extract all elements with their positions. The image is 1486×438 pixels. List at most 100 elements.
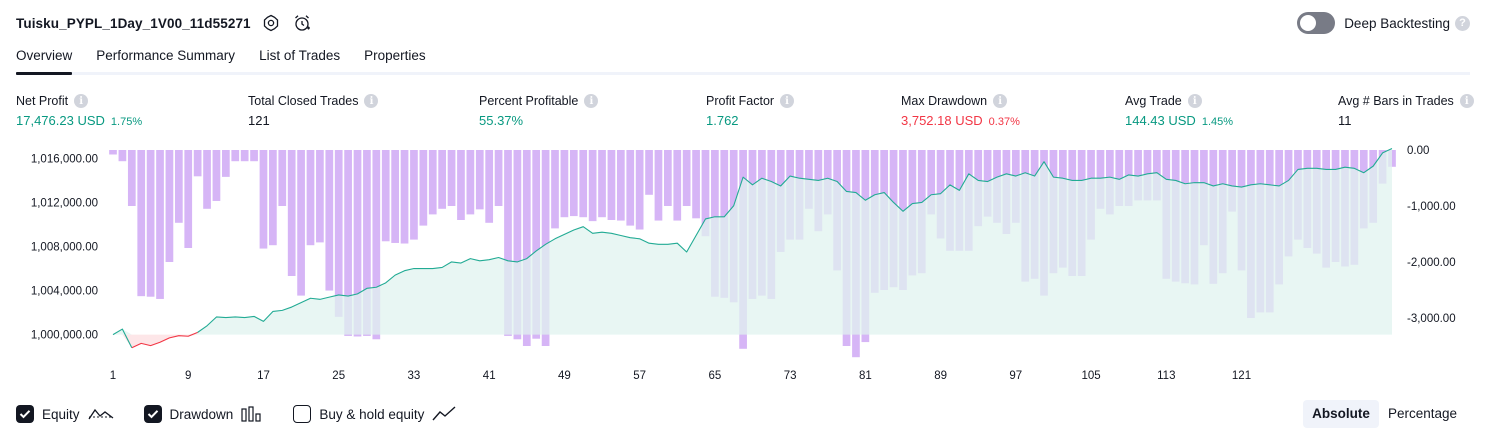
left-axis-tick-label: 1,012,000.00	[31, 198, 98, 210]
drawdown-bar	[184, 150, 193, 248]
info-icon[interactable]: i	[1459, 94, 1474, 108]
drawdown-bar	[250, 150, 258, 162]
drawdown-bar	[127, 150, 136, 206]
absolute-button[interactable]: Absolute	[1303, 400, 1379, 428]
report-tabs: Overview Performance Summary List of Tra…	[16, 42, 1470, 75]
drawdown-bar	[607, 150, 616, 220]
drawdown-bar	[203, 150, 211, 209]
right-axis-tick-label: -2,000.00	[1407, 257, 1456, 269]
left-axis-tick-label: 1,004,000.00	[31, 286, 98, 298]
buy-hold-line-icon	[432, 406, 456, 422]
tab-overview[interactable]: Overview	[16, 42, 73, 75]
drawdown-bar	[325, 150, 334, 291]
info-icon[interactable]: i	[993, 94, 1008, 108]
metric-label: Total Closed Trades	[248, 94, 359, 108]
tab-properties[interactable]: Properties	[364, 42, 426, 72]
drawdown-bar	[438, 150, 447, 209]
percentage-button[interactable]: Percentage	[1379, 400, 1466, 428]
drawdown-bar	[551, 150, 559, 229]
metric-value: 1.762	[706, 113, 739, 128]
metric-label: Percent Profitable	[479, 94, 579, 108]
drawdown-bar	[626, 150, 635, 226]
legend-drawdown[interactable]: Drawdown	[143, 405, 264, 423]
drawdown-bar	[240, 150, 249, 162]
help-icon[interactable]: ?	[1455, 15, 1470, 31]
drawdown-bar	[692, 150, 700, 219]
drawdown-bar	[137, 150, 146, 297]
metric-label: Net Profit	[16, 94, 69, 108]
drawdown-bar	[682, 150, 691, 206]
buy-hold-checkbox[interactable]	[293, 405, 312, 423]
info-icon[interactable]: i	[74, 94, 89, 108]
metric-value: 3,752.18 USD	[901, 113, 983, 128]
metric-value: 144.43 USD	[1125, 113, 1196, 128]
x-axis-tick-label: 105	[1082, 370, 1101, 382]
drawdown-bar	[598, 150, 606, 218]
legend-label: Drawdown	[169, 406, 234, 422]
tab-list-of-trades[interactable]: List of Trades	[259, 42, 340, 72]
tab-performance-summary[interactable]: Performance Summary	[96, 42, 235, 72]
equity-checkbox[interactable]	[16, 405, 34, 423]
metric-value: 55.37%	[479, 113, 524, 128]
drawdown-bar	[635, 150, 644, 230]
metric-percent-profitable: Percent Profitable i 55.37%	[479, 92, 599, 130]
right-drawdown-axis: 0.00 -1,000.00 -2,000.00 -3,000.00	[1407, 145, 1456, 325]
drawdown-bar	[381, 150, 390, 242]
drawdown-bars-icon	[241, 406, 263, 422]
metric-label: Max Drawdown	[901, 94, 988, 108]
info-icon[interactable]: i	[780, 94, 795, 108]
legend-buy-hold-equity[interactable]: Buy & hold equity	[293, 405, 456, 423]
right-axis-tick-label: 0.00	[1407, 145, 1429, 157]
drawdown-bar	[193, 150, 202, 177]
drawdown-checkbox[interactable]	[143, 405, 162, 423]
equity-line-icon	[87, 406, 114, 422]
drawdown-bar	[146, 150, 155, 297]
drawdown-bar	[645, 150, 653, 195]
equity-drawdown-chart[interactable]: 1,016,000.00 1,012,000.00 1,008,000.00 1,00…	[0, 140, 1486, 398]
deep-backtesting-toggle[interactable]	[1297, 12, 1336, 34]
drawdown-bar	[287, 150, 296, 276]
chart-legend: Equity Drawdown Buy & hold equity	[16, 402, 486, 426]
metric-percent: 1.45%	[1201, 116, 1234, 128]
info-icon[interactable]: i	[584, 94, 599, 108]
deep-backtesting-control: Deep Backtesting ?	[1297, 12, 1470, 34]
report-header: Tuisku_PYPL_1Day_1V00_11d55271	[16, 10, 313, 36]
left-axis-tick-label: 1,016,000.00	[31, 153, 98, 165]
metric-net-profit: Net Profit i 17,476.23 USD 1.75%	[16, 92, 142, 130]
x-axis-tick-label: 9	[185, 370, 191, 382]
metric-profit-factor: Profit Factor i 1.762	[706, 92, 795, 130]
right-axis-tick-label: -3,000.00	[1407, 313, 1456, 325]
gear-icon[interactable]	[260, 12, 282, 34]
x-axis-tick-label: 73	[784, 370, 797, 382]
x-axis-tick-label: 57	[633, 370, 646, 382]
drawdown-bar	[410, 150, 418, 240]
drawdown-bar	[569, 150, 578, 217]
metric-label: Profit Factor	[706, 94, 775, 108]
info-icon[interactable]: i	[1187, 94, 1202, 108]
drawdown-bar	[118, 150, 127, 162]
drawdown-bar	[334, 150, 343, 317]
metric-avg-bars-in-trades: Avg # Bars in Trades i 11	[1338, 92, 1474, 130]
drawdown-bar	[616, 150, 625, 221]
drawdown-bar	[269, 150, 277, 246]
alarm-clock-plus-icon[interactable]	[291, 12, 313, 34]
drawdown-bar	[391, 150, 399, 243]
drawdown-bar	[428, 150, 437, 215]
info-icon[interactable]: i	[364, 94, 379, 108]
legend-equity[interactable]: Equity	[16, 405, 114, 423]
drawdown-bar	[664, 150, 672, 206]
drawdown-bar	[579, 150, 588, 218]
drawdown-bar	[400, 150, 409, 244]
drawdown-bar	[560, 150, 569, 218]
toggle-knob	[1300, 15, 1317, 31]
drawdown-bar	[654, 150, 663, 221]
drawdown-bar	[419, 150, 428, 226]
metric-value: 11	[1338, 113, 1352, 128]
metric-percent: 1.75%	[110, 116, 143, 128]
drawdown-bar	[165, 150, 174, 262]
drawdown-bar	[278, 150, 287, 206]
drawdown-bar	[156, 150, 164, 299]
metric-avg-trade: Avg Trade i 144.43 USD 1.45%	[1125, 92, 1233, 130]
drawdown-bar	[297, 150, 305, 296]
metric-label: Avg Trade	[1125, 94, 1182, 108]
